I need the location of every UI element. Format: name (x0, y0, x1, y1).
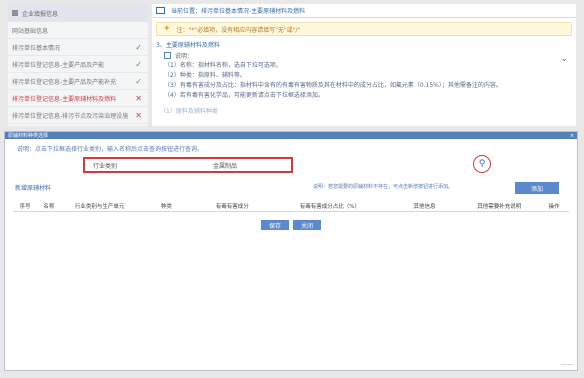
check-icon: ✓ (135, 76, 142, 86)
search-icon: ⚲ (478, 159, 486, 169)
menu-icon (12, 10, 18, 16)
description-header: 说明： (152, 51, 576, 60)
dialog-buttons: 保存 关闭 (5, 220, 577, 230)
column-header: 其他需要补充说明 (477, 204, 522, 210)
sidebar-title: 企业填报信息 (22, 10, 59, 18)
dialog-note: 说明：点击下拉框选择行业类别，输入名称后点击查询按钮进行查询。 (17, 146, 204, 153)
sidebar-item-facilities[interactable]: 排污单位登记信息-排污节点及污染治理设施 ✕ (8, 107, 148, 124)
save-button[interactable]: 保存 (260, 220, 289, 230)
close-button[interactable]: 关闭 (293, 220, 322, 230)
lightbulb-icon: ✦ (163, 24, 171, 34)
sidebar-item-label: 排污单位登记信息-主要产品及产能补充 (12, 78, 117, 86)
dialog-titlebar: 原辅材料种类选择 × (5, 132, 577, 139)
main-panel: 当前位置：排污单位基本情况-主要原辅材料及燃料 ✦ 注："*"必填项，没有相应内容… (152, 4, 576, 126)
location-icon (156, 7, 165, 14)
column-header: 名称 (43, 204, 55, 210)
add-button[interactable]: 添加 (515, 182, 559, 194)
chevron-down-icon[interactable]: ⌄ (560, 54, 568, 64)
check-icon: ✓ (135, 42, 142, 52)
section-title: 3、主要原辅材料及燃料 (156, 42, 220, 49)
column-header: 种类 (160, 204, 172, 210)
filter-row: 行业类别 金属制品 ⚲ (5, 153, 577, 175)
check-icon: ✓ (135, 59, 142, 69)
industry-select[interactable]: 金属制品 (213, 161, 237, 170)
column-header: 有毒有害成分占比（%） (299, 204, 360, 210)
column-header: 行业类别与生产单元 (74, 204, 125, 210)
table-header: 序号 名称 行业类别与生产单元 种类 有毒有害成分 有毒有害成分占比（%） 其他… (13, 201, 569, 212)
info-icon (164, 52, 171, 59)
description-line: （3）有毒有害成分及占比：指材料中含有的有毒有害物质及其在材料中的成分占比，如氟… (164, 82, 502, 89)
sidebar-item-basic[interactable]: 排污单位基本情况 ✓ (8, 39, 148, 56)
close-icon[interactable]: × (570, 133, 574, 139)
action-row: 新增原辅材料 说明：若您需要的原辅材料不存在，可点击新增按钮进行添加。 添加 (5, 179, 577, 199)
cross-icon: ✕ (135, 93, 142, 103)
hint-text: 说明：若您需要的原辅材料不存在，可点击新增按钮进行添加。 (313, 184, 454, 190)
tip-banner: ✦ 注："*"必填项，没有相应内容请填写"无"或"/" (156, 22, 572, 36)
tip-text: 注："*"必填项，没有相应内容请填写"无"或"/" (176, 26, 301, 34)
column-header: 操作 (548, 204, 560, 210)
sidebar-item-materials[interactable]: 排污单位登记信息-主要原辅材料及燃料 ✕ (8, 90, 148, 107)
description-line: （4）若有毒有害化学品，可能更新请点击下拉框选择添加。 (164, 92, 324, 99)
description-line: （1）名称：指材料名称，选自下拉可选项。 (164, 62, 282, 69)
sidebar-item-label: 网站基础信息 (12, 27, 49, 35)
breadcrumb: 当前位置：排污单位基本情况-主要原辅材料及燃料 (152, 4, 576, 18)
dialog-title: 原辅材料种类选择 (8, 133, 49, 139)
search-button[interactable]: ⚲ (473, 155, 491, 173)
sidebar-item-label: 排污单位登记信息-主要产品及产能 (12, 61, 105, 69)
industry-filter: 行业类别 金属制品 (83, 157, 293, 173)
sidebar-item-website[interactable]: 网站基础信息 (8, 22, 148, 39)
fold-section-label[interactable]: （1）原料及辅料种类 (152, 106, 576, 115)
sidebar-item-products[interactable]: 排污单位登记信息-主要产品及产能 ✓ (8, 56, 148, 73)
industry-label: 行业类别 (93, 162, 118, 170)
sidebar: 企业填报信息 网站基础信息 排污单位基本情况 ✓ 排污单位登记信息-主要产品及产能… (8, 4, 148, 126)
sidebar-item-label: 排污单位登记信息-主要原辅材料及燃料 (12, 95, 117, 103)
breadcrumb-text: 当前位置：排污单位基本情况-主要原辅材料及燃料 (171, 8, 306, 15)
sidebar-item-products-extra[interactable]: 排污单位登记信息-主要产品及产能补充 ✓ (8, 73, 148, 90)
resize-handle[interactable]: —— (561, 361, 573, 368)
column-header: 序号 (19, 204, 31, 210)
material-select-dialog: 原辅材料种类选择 × 说明：点击下拉框选择行业类别，输入名称后点击查询按钮进行查… (4, 131, 578, 371)
column-header: 有毒有害成分 (215, 204, 249, 210)
sidebar-header: 企业填报信息 (8, 4, 148, 22)
cross-icon: ✕ (135, 110, 142, 120)
sidebar-item-label: 排污单位基本情况 (12, 44, 61, 52)
sidebar-item-label: 排污单位登记信息-排污节点及污染治理设施 (12, 112, 129, 120)
description-line: （2）种类：指原料、辅料等。 (164, 72, 246, 79)
add-material-link[interactable]: 新增原辅材料 (15, 183, 51, 192)
description-title: 说明： (175, 53, 194, 60)
column-header: 其他信息 (413, 204, 436, 210)
